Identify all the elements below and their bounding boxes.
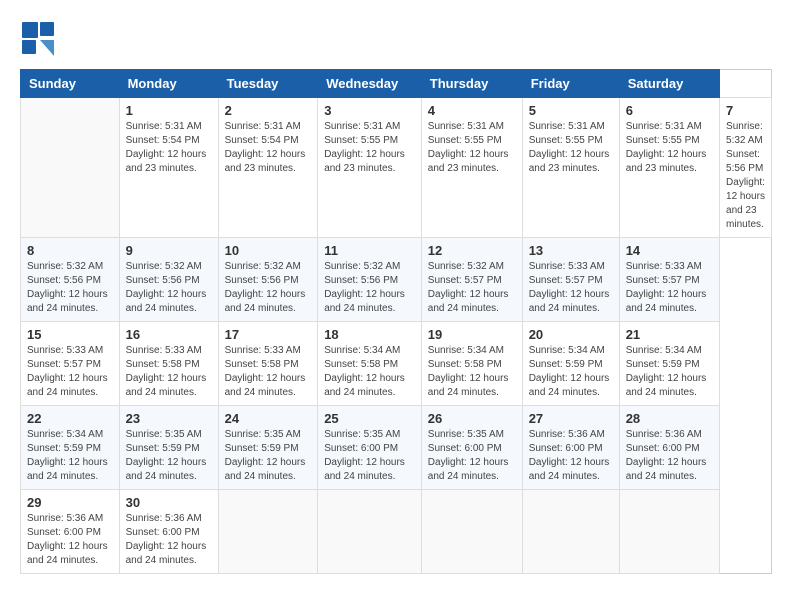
calendar-day-3: 3Sunrise: 5:31 AMSunset: 5:55 PMDaylight…: [318, 98, 422, 238]
calendar-day-23: 23Sunrise: 5:35 AMSunset: 5:59 PMDayligh…: [119, 406, 218, 490]
calendar-day-1: 1Sunrise: 5:31 AMSunset: 5:54 PMDaylight…: [119, 98, 218, 238]
calendar-day-27: 27Sunrise: 5:36 AMSunset: 6:00 PMDayligh…: [522, 406, 619, 490]
empty-cell: [21, 98, 120, 238]
empty-cell: [421, 490, 522, 574]
calendar-day-24: 24Sunrise: 5:35 AMSunset: 5:59 PMDayligh…: [218, 406, 318, 490]
calendar-day-25: 25Sunrise: 5:35 AMSunset: 6:00 PMDayligh…: [318, 406, 422, 490]
calendar-day-14: 14Sunrise: 5:33 AMSunset: 5:57 PMDayligh…: [619, 238, 719, 322]
calendar-day-21: 21Sunrise: 5:34 AMSunset: 5:59 PMDayligh…: [619, 322, 719, 406]
calendar-day-20: 20Sunrise: 5:34 AMSunset: 5:59 PMDayligh…: [522, 322, 619, 406]
empty-cell: [318, 490, 422, 574]
calendar-day-6: 6Sunrise: 5:31 AMSunset: 5:55 PMDaylight…: [619, 98, 719, 238]
weekday-header-tuesday: Tuesday: [218, 70, 318, 98]
calendar-day-16: 16Sunrise: 5:33 AMSunset: 5:58 PMDayligh…: [119, 322, 218, 406]
calendar-day-10: 10Sunrise: 5:32 AMSunset: 5:56 PMDayligh…: [218, 238, 318, 322]
calendar-day-22: 22Sunrise: 5:34 AMSunset: 5:59 PMDayligh…: [21, 406, 120, 490]
calendar-day-11: 11Sunrise: 5:32 AMSunset: 5:56 PMDayligh…: [318, 238, 422, 322]
calendar-week-4: 22Sunrise: 5:34 AMSunset: 5:59 PMDayligh…: [21, 406, 772, 490]
logo-icon: [20, 20, 56, 56]
calendar-day-5: 5Sunrise: 5:31 AMSunset: 5:55 PMDaylight…: [522, 98, 619, 238]
calendar-day-8: 8Sunrise: 5:32 AMSunset: 5:56 PMDaylight…: [21, 238, 120, 322]
empty-cell: [619, 490, 719, 574]
weekday-header-thursday: Thursday: [421, 70, 522, 98]
calendar-day-29: 29Sunrise: 5:36 AMSunset: 6:00 PMDayligh…: [21, 490, 120, 574]
calendar-day-2: 2Sunrise: 5:31 AMSunset: 5:54 PMDaylight…: [218, 98, 318, 238]
calendar-day-13: 13Sunrise: 5:33 AMSunset: 5:57 PMDayligh…: [522, 238, 619, 322]
calendar-day-15: 15Sunrise: 5:33 AMSunset: 5:57 PMDayligh…: [21, 322, 120, 406]
calendar-day-7: 7Sunrise: 5:32 AMSunset: 5:56 PMDaylight…: [720, 98, 772, 238]
calendar-table: SundayMondayTuesdayWednesdayThursdayFrid…: [20, 69, 772, 574]
calendar-day-30: 30Sunrise: 5:36 AMSunset: 6:00 PMDayligh…: [119, 490, 218, 574]
calendar-week-1: 1Sunrise: 5:31 AMSunset: 5:54 PMDaylight…: [21, 98, 772, 238]
calendar-header-row: SundayMondayTuesdayWednesdayThursdayFrid…: [21, 70, 772, 98]
calendar-week-2: 8Sunrise: 5:32 AMSunset: 5:56 PMDaylight…: [21, 238, 772, 322]
calendar-day-12: 12Sunrise: 5:32 AMSunset: 5:57 PMDayligh…: [421, 238, 522, 322]
calendar-day-9: 9Sunrise: 5:32 AMSunset: 5:56 PMDaylight…: [119, 238, 218, 322]
calendar-week-3: 15Sunrise: 5:33 AMSunset: 5:57 PMDayligh…: [21, 322, 772, 406]
empty-cell: [522, 490, 619, 574]
calendar-day-28: 28Sunrise: 5:36 AMSunset: 6:00 PMDayligh…: [619, 406, 719, 490]
logo: [20, 20, 56, 61]
calendar-body: 1Sunrise: 5:31 AMSunset: 5:54 PMDaylight…: [21, 98, 772, 574]
weekday-header-sunday: Sunday: [21, 70, 120, 98]
weekday-header-saturday: Saturday: [619, 70, 719, 98]
calendar-day-18: 18Sunrise: 5:34 AMSunset: 5:58 PMDayligh…: [318, 322, 422, 406]
calendar-day-26: 26Sunrise: 5:35 AMSunset: 6:00 PMDayligh…: [421, 406, 522, 490]
calendar-day-4: 4Sunrise: 5:31 AMSunset: 5:55 PMDaylight…: [421, 98, 522, 238]
empty-cell: [218, 490, 318, 574]
calendar-day-19: 19Sunrise: 5:34 AMSunset: 5:58 PMDayligh…: [421, 322, 522, 406]
weekday-header-friday: Friday: [522, 70, 619, 98]
calendar-day-17: 17Sunrise: 5:33 AMSunset: 5:58 PMDayligh…: [218, 322, 318, 406]
weekday-header-wednesday: Wednesday: [318, 70, 422, 98]
calendar-week-5: 29Sunrise: 5:36 AMSunset: 6:00 PMDayligh…: [21, 490, 772, 574]
weekday-header-monday: Monday: [119, 70, 218, 98]
